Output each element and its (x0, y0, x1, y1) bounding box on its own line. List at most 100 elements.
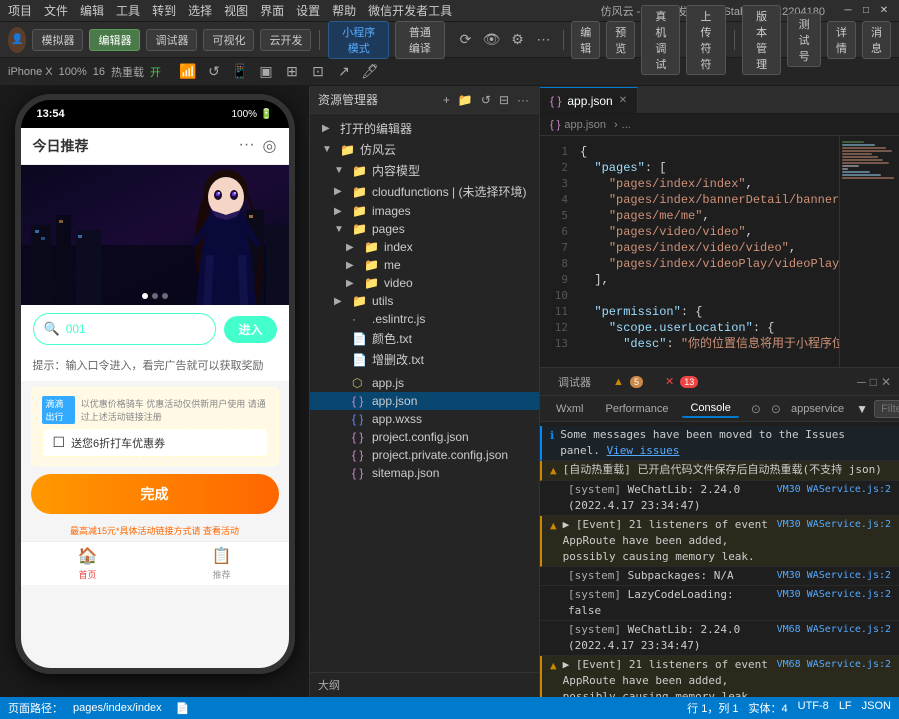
breadcrumb-path[interactable]: ... (622, 119, 631, 131)
console-filter-input[interactable] (874, 400, 899, 418)
rotate-icon[interactable]: ↺ (203, 61, 225, 83)
debugger-button[interactable]: 调试器 (146, 29, 197, 51)
menu-file[interactable]: 文件 (44, 2, 68, 19)
complete-button[interactable]: 完成 (31, 474, 279, 514)
tablet-view-icon[interactable]: ▣ (255, 61, 277, 83)
banner-dot-1[interactable] (142, 293, 148, 299)
new-file-icon[interactable]: + (441, 91, 452, 109)
more-tree-icon[interactable]: ··· (515, 91, 531, 109)
banner-dot-3[interactable] (162, 293, 168, 299)
ruler-icon[interactable]: ⊡ (307, 61, 329, 83)
console-minimize-icon[interactable]: ─ (857, 375, 866, 389)
tree-item-project-config[interactable]: { } project.config.json (310, 428, 539, 446)
tree-item-appjson[interactable]: { } app.json (310, 392, 539, 410)
search-circle-icon[interactable]: ◎ (263, 136, 277, 156)
detail-button[interactable]: 详情 (827, 21, 856, 59)
mode-button[interactable]: 小程序模式 (328, 21, 389, 59)
hotreload-toggle[interactable]: 开 (150, 64, 161, 80)
source-link3[interactable]: VM30 WAService.js:2 (777, 568, 891, 584)
settings-action-icon[interactable]: ⚙ (507, 29, 529, 51)
tree-item-video[interactable]: ▶ 📁 video (310, 274, 539, 292)
nav-home[interactable]: 🏠 首页 (21, 546, 155, 581)
console-expand-icon[interactable]: □ (870, 375, 877, 389)
tab-app-json[interactable]: { } app.json ✕ (540, 87, 638, 113)
tree-item-appwxss[interactable]: { } app.wxss (310, 410, 539, 428)
edit-action-button[interactable]: 编辑 (571, 21, 600, 59)
source-link[interactable]: VM30 WAService.js:2 (777, 482, 891, 498)
tree-item-images[interactable]: ▶ 📁 images (310, 202, 539, 220)
tree-item-appjs[interactable]: ⬡ app.js (310, 374, 539, 392)
new-folder-icon[interactable]: 📁 (456, 91, 475, 109)
code-editor[interactable]: 1 2 3 4 5 6 7 8 9 10 11 12 13 { "pages":… (540, 136, 899, 367)
console-close-icon[interactable]: ✕ (881, 375, 891, 389)
tree-item-colors[interactable]: 📄 颜色.txt (310, 328, 539, 349)
nav-recommend[interactable]: 📋 推荐 (155, 546, 289, 581)
cloud-button[interactable]: 云开发 (260, 29, 311, 51)
tab-issues-warn[interactable]: ▲ 5 (603, 372, 653, 392)
preview-button[interactable]: 预览 (606, 21, 635, 59)
more-icon[interactable]: ⋯ (533, 29, 555, 51)
refresh-icon[interactable]: ⟳ (455, 29, 477, 51)
view-issues-link[interactable]: View issues (607, 444, 680, 457)
visualize-button[interactable]: 可视化 (203, 29, 254, 51)
breadcrumb-filename[interactable]: app.json (564, 119, 606, 131)
enter-button[interactable]: 进入 (224, 316, 276, 343)
file-panel-outline[interactable]: 大纲 (310, 672, 539, 697)
footer-link[interactable]: 查看活动 (203, 526, 239, 536)
tree-item-index[interactable]: ▶ 📁 index (310, 238, 539, 256)
tab-close-icon[interactable]: ✕ (619, 95, 627, 106)
menu-help[interactable]: 帮助 (332, 2, 356, 19)
tree-item-crud[interactable]: 📄 增删改.txt (310, 349, 539, 370)
menu-view[interactable]: 视图 (224, 2, 248, 19)
tab-issues-err[interactable]: ✕ 13 (655, 371, 708, 392)
subtab-wxml[interactable]: Wxml (548, 401, 592, 417)
tree-item-utils[interactable]: ▶ 📁 utils (310, 292, 539, 310)
collapse-tree-icon[interactable]: ⊟ (497, 91, 511, 109)
test-button[interactable]: 测试号 (787, 13, 821, 67)
banner-dot-2[interactable] (152, 293, 158, 299)
tab-debugger[interactable]: 调试器 (548, 370, 601, 394)
source-link2[interactable]: VM30 WAService.js:2 (777, 517, 891, 533)
simulator-button[interactable]: 模拟器 (32, 29, 83, 51)
tree-item-me[interactable]: ▶ 📁 me (310, 256, 539, 274)
tree-item-sitemap[interactable]: { } sitemap.json (310, 464, 539, 482)
status-line-col[interactable]: 行 1，列 1 (687, 700, 738, 716)
source-link6[interactable]: VM68 WAService.js:2 (777, 657, 891, 673)
more-dots-icon[interactable]: ··· (239, 136, 255, 156)
menu-edit[interactable]: 编辑 (80, 2, 104, 19)
status-path[interactable]: pages/index/index (73, 702, 162, 714)
share-icon[interactable]: ↗ (333, 61, 355, 83)
source-link5[interactable]: VM68 WAService.js:2 (777, 622, 891, 638)
message-button[interactable]: 消息 (862, 21, 891, 59)
menu-select[interactable]: 选择 (188, 2, 212, 19)
quick-open-section[interactable]: ▶ 打开的编辑器 (310, 118, 539, 139)
status-encoding[interactable]: UTF-8 (798, 700, 829, 716)
status-language[interactable]: JSON (862, 700, 891, 716)
tree-item-eslintrc[interactable]: · .eslintrc.js (310, 310, 539, 328)
source-link4[interactable]: VM30 WAService.js:2 (777, 587, 891, 603)
refresh-tree-icon[interactable]: ↺ (479, 91, 493, 109)
tree-item-pages[interactable]: ▼ 📁 pages (310, 220, 539, 238)
version-button[interactable]: 版本管理 (742, 5, 781, 75)
subtab-performance[interactable]: Performance (598, 401, 677, 417)
realtime-button[interactable]: 真机调试 (641, 5, 680, 75)
phone-search-box[interactable]: 🔍 001 (33, 313, 217, 345)
subtab-console[interactable]: Console (682, 400, 738, 418)
tree-item-cloudfunctions[interactable]: ▶ 📁 cloudfunctions | (未选择环境) (310, 181, 539, 202)
compile-button[interactable]: 普通编译 (395, 21, 444, 59)
editor-button[interactable]: 编辑器 (89, 29, 140, 51)
paint-icon[interactable]: 🖊 (359, 61, 381, 83)
zoom-level[interactable]: 100% (59, 66, 87, 78)
menu-tools[interactable]: 工具 (116, 2, 140, 19)
upload-button[interactable]: 上传符符 (686, 5, 725, 75)
wifi-icon[interactable]: 📶 (177, 61, 199, 83)
menu-settings[interactable]: 设置 (296, 2, 320, 19)
menu-interface[interactable]: 界面 (260, 2, 284, 19)
status-eol[interactable]: LF (839, 700, 852, 716)
workspace-section[interactable]: ▼ 📁 仿风云 (310, 139, 539, 160)
tree-item-project-private[interactable]: { } project.private.config.json (310, 446, 539, 464)
console-search-icon[interactable]: ⊙ (751, 402, 761, 416)
menu-goto[interactable]: 转到 (152, 2, 176, 19)
menu-devtools[interactable]: 微信开发者工具 (368, 2, 452, 19)
user-avatar[interactable]: 👤 (8, 27, 26, 53)
